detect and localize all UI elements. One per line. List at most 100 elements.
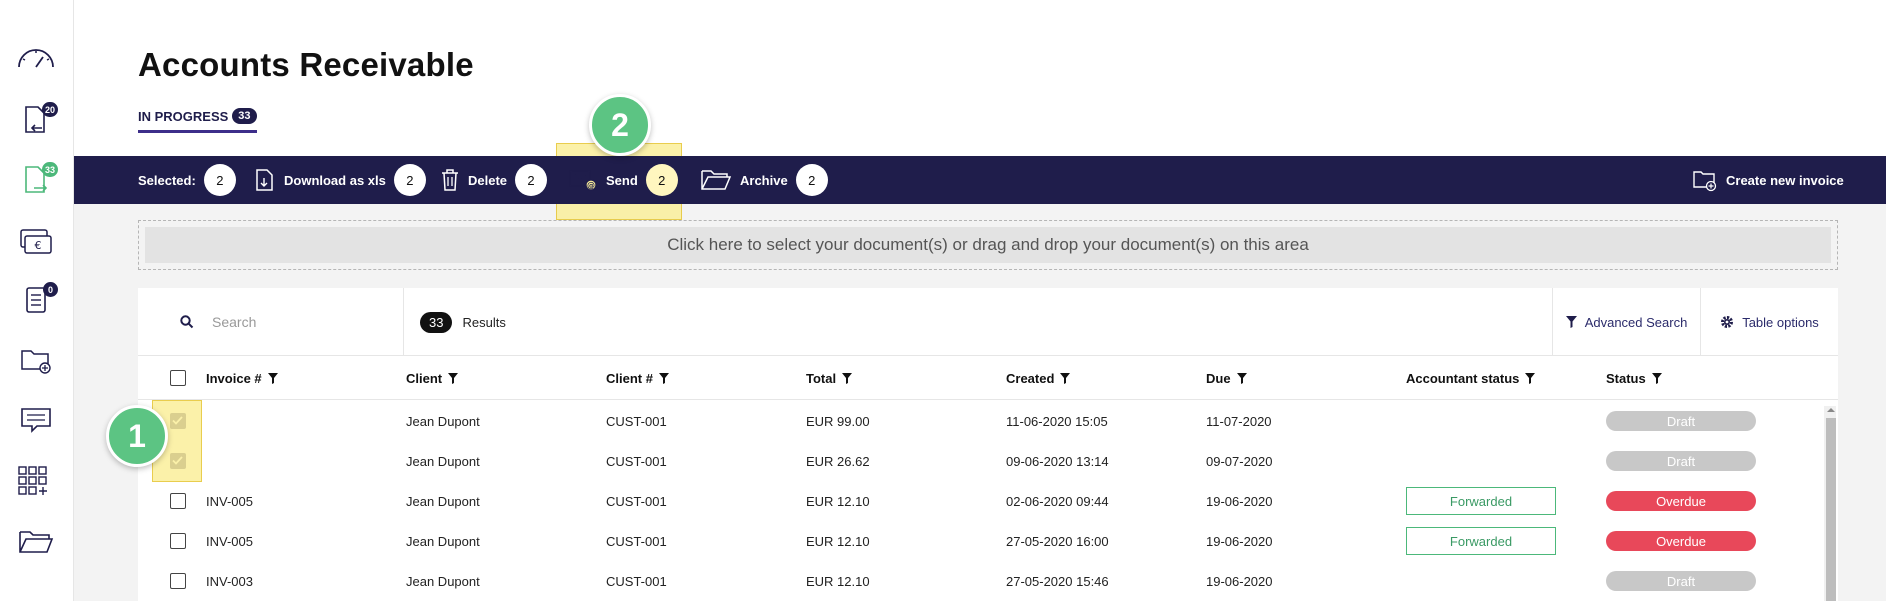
create-label: Create new invoice (1726, 172, 1844, 188)
header-area: Accounts Receivable IN PROGRESS 33 (74, 0, 1886, 156)
cell-client-no: CUST-001 (606, 493, 667, 509)
cell-due: 09-07-2020 (1206, 453, 1273, 469)
euro-cards-icon: € (20, 229, 52, 254)
archive-label: Archive (740, 172, 788, 188)
cell-created: 11-06-2020 15:05 (1006, 413, 1108, 429)
sidebar-item-dashboard[interactable] (14, 38, 58, 78)
row-checkbox[interactable] (170, 573, 186, 589)
sidebar-item-messages[interactable] (14, 400, 58, 440)
sidebar-item-receivables[interactable]: 33 (14, 160, 58, 200)
scrollbar-thumb[interactable] (1826, 418, 1836, 601)
table-options-label: Table options (1742, 314, 1819, 330)
column-header-status[interactable]: Status (1606, 356, 1662, 400)
table-row[interactable]: INV-005 Jean Dupont CUST-001 EUR 12.10 27-05… (138, 521, 1818, 561)
dropzone-text[interactable]: Click here to select your document(s) or… (145, 227, 1831, 263)
sidebar-item-payments[interactable]: € (14, 222, 58, 262)
cell-due: 19-06-2020 (1206, 573, 1273, 589)
main-area: Accounts Receivable IN PROGRESS 33 Selec… (74, 0, 1886, 601)
download-xls-button[interactable]: Download as xls 2 (254, 156, 426, 204)
delete-count: 2 (515, 164, 548, 196)
search-area (138, 288, 404, 356)
download-count: 2 (393, 164, 426, 196)
invoice-table-card: 33 Results Advanced Search Table options… (138, 288, 1838, 601)
folder-add-icon (21, 350, 51, 374)
svg-text:€: € (35, 239, 42, 252)
status-badge: Draft (1606, 451, 1756, 471)
select-all-checkbox[interactable] (170, 370, 186, 386)
table-row[interactable]: Jean Dupont CUST-001 EUR 99.00 11-06-2020 1… (138, 401, 1818, 441)
cell-invoice: INV-005 (206, 493, 253, 509)
accountant-status-badge[interactable]: Forwarded (1406, 487, 1556, 515)
cell-client: Jean Dupont (406, 573, 480, 589)
selected-count: 2 (203, 164, 236, 196)
cell-total: EUR 99.00 (806, 413, 870, 429)
upload-dropzone[interactable]: Click here to select your document(s) or… (138, 220, 1838, 270)
search-icon (180, 315, 194, 329)
callout-step-2: 2 (589, 94, 651, 156)
delete-button[interactable]: Delete 2 (440, 156, 548, 204)
table-row[interactable]: INV-005 Jean Dupont CUST-001 EUR 12.10 02-06… (138, 481, 1818, 521)
cell-invoice: INV-003 (206, 573, 253, 589)
send-email-icon: @ (569, 170, 597, 191)
sidebar-item-tasks[interactable]: 0 (14, 280, 58, 320)
status-badge: Overdue (1606, 531, 1756, 551)
results-summary: 33 Results (420, 288, 506, 356)
results-label: Results (462, 314, 506, 330)
cell-client-no: CUST-001 (606, 533, 667, 549)
column-header-client-no[interactable]: Client # (606, 356, 669, 400)
sidebar-item-apps[interactable] (14, 460, 58, 500)
table-options-button[interactable]: Table options (1700, 288, 1838, 356)
table-row[interactable]: INV-003 Jean Dupont CUST-001 EUR 12.10 27-05… (138, 561, 1818, 601)
column-header-invoice[interactable]: Invoice # (206, 356, 278, 400)
filter-icon (448, 372, 459, 384)
column-label: Accountant status (1406, 370, 1520, 386)
sidebar-item-payables[interactable]: 20 (14, 100, 58, 140)
create-invoice-button[interactable]: Create new invoice (1692, 156, 1844, 204)
row-checkbox[interactable] (170, 533, 186, 549)
status-badge: Draft (1606, 411, 1756, 431)
scroll-up-arrow-icon[interactable] (1826, 406, 1836, 414)
column-label: Created (1006, 370, 1055, 386)
filter-icon (1565, 316, 1577, 328)
column-label: Due (1206, 370, 1231, 386)
column-header-created[interactable]: Created (1006, 356, 1071, 400)
accountant-status-badge[interactable]: Forwarded (1406, 527, 1556, 555)
folder-open-icon (19, 531, 54, 553)
filter-icon (1651, 372, 1662, 384)
selected-label: Selected: (138, 172, 196, 188)
tab-in-progress[interactable]: IN PROGRESS 33 (138, 108, 257, 133)
column-header-client[interactable]: Client (406, 356, 459, 400)
cell-total: EUR 12.10 (806, 573, 870, 589)
status-badge: Draft (1606, 571, 1756, 591)
trash-icon (442, 169, 458, 191)
column-label: Client # (606, 370, 653, 386)
advanced-search-button[interactable]: Advanced Search (1552, 288, 1700, 356)
column-label: Total (806, 370, 837, 386)
search-input[interactable] (212, 310, 392, 334)
download-label: Download as xls (284, 172, 386, 188)
filter-icon (842, 372, 853, 384)
send-count: 2 (645, 164, 678, 196)
archive-button[interactable]: Archive 2 (700, 156, 828, 204)
cell-due: 19-06-2020 (1206, 533, 1273, 549)
gear-icon (1721, 316, 1734, 328)
selected-indicator: Selected: 2 (138, 156, 236, 204)
column-header-due[interactable]: Due (1206, 356, 1247, 400)
cell-created: 27-05-2020 15:46 (1006, 573, 1109, 589)
cell-created: 02-06-2020 09:44 (1006, 493, 1109, 509)
sidebar-item-add-folder[interactable] (14, 340, 58, 380)
column-header-accountant-status[interactable]: Accountant status (1406, 356, 1536, 400)
sidebar-item-folder[interactable] (14, 522, 58, 562)
send-button[interactable]: @ Send 2 (568, 156, 678, 204)
sidebar: 20 33 € 0 (0, 0, 74, 601)
table-row[interactable]: Jean Dupont CUST-001 EUR 26.62 09-06-2020 1… (138, 441, 1818, 481)
column-label: Client (406, 370, 443, 386)
filter-icon (1525, 372, 1536, 384)
column-header-total[interactable]: Total (806, 356, 853, 400)
badge-tasks: 0 (43, 282, 58, 297)
svg-text:@: @ (587, 181, 595, 190)
cell-client: Jean Dupont (406, 413, 480, 429)
selection-toolbar: Selected: 2 Download as xls 2 Delete 2 @… (74, 156, 1886, 204)
row-checkbox[interactable] (170, 493, 186, 509)
results-count-badge: 33 (420, 311, 453, 333)
